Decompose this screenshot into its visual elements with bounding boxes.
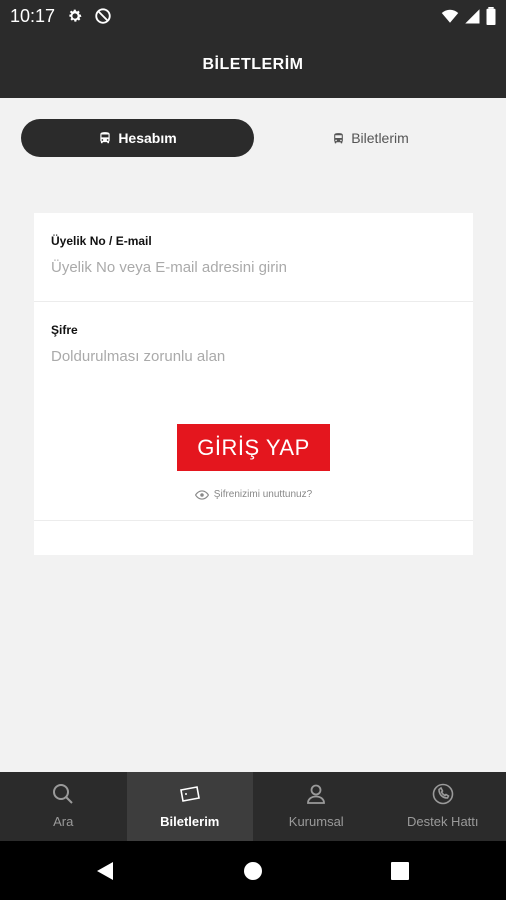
app-header: BİLETLERİM [0, 32, 506, 98]
bus-icon [334, 132, 344, 143]
password-label: Şifre [51, 323, 78, 337]
member-field: Üyelik No / E-mail [34, 213, 473, 301]
wifi-icon [441, 7, 459, 25]
battery-icon [485, 7, 497, 26]
bottom-nav: Ara Biletlerim Kurumsal Destek Hattı [0, 772, 506, 841]
status-bar: 10:17 [0, 0, 506, 32]
nav-destek-hatti-label: Destek Hattı [406, 814, 479, 829]
page-title: BİLETLERİM [202, 56, 304, 73]
eye-icon [194, 489, 209, 500]
status-time: 10:17 [10, 6, 56, 26]
member-input[interactable] [51, 259, 456, 276]
person-icon [307, 784, 326, 804]
recents-icon[interactable] [390, 861, 410, 881]
nav-ara-label: Ara [53, 814, 74, 829]
segment-control: Hesabım Biletlerim [0, 98, 506, 178]
forgot-password-link[interactable]: Şifrenizimi unuttunuz? [34, 489, 473, 500]
login-card: Üyelik No / E-mail Şifre GİRİŞ YAP Şifre… [34, 213, 473, 555]
back-icon[interactable] [95, 861, 115, 881]
support-phone-icon [432, 783, 454, 805]
ticket-icon [179, 786, 200, 802]
login-button[interactable]: GİRİŞ YAP [177, 424, 330, 471]
nav-biletlerim[interactable]: Biletlerim [126, 772, 253, 841]
nav-kurumsal-label: Kurumsal [288, 814, 344, 829]
password-field: Şifre [34, 302, 473, 520]
tab-hesabim-label: Hesabım [118, 130, 177, 146]
password-input[interactable] [51, 348, 456, 365]
system-nav-bar [0, 841, 506, 900]
nav-ara[interactable]: Ara [0, 772, 127, 841]
home-icon[interactable] [243, 861, 263, 881]
nav-destek-hatti[interactable]: Destek Hattı [380, 772, 506, 841]
tab-hesabim[interactable]: Hesabım [21, 119, 254, 157]
nav-biletlerim-label: Biletlerim [160, 814, 220, 829]
settings-icon [66, 7, 84, 25]
bus-icon [100, 132, 110, 144]
blocked-icon [94, 7, 112, 25]
tab-biletlerim-label: Biletlerim [351, 130, 409, 146]
forgot-password-text: Şifrenizimi unuttunuz? [213, 489, 313, 500]
signal-icon [463, 7, 481, 25]
nav-kurumsal[interactable]: Kurumsal [253, 772, 380, 841]
search-icon [53, 784, 73, 804]
tab-biletlerim[interactable]: Biletlerim [254, 119, 487, 157]
divider [34, 520, 473, 521]
member-label: Üyelik No / E-mail [51, 234, 152, 248]
